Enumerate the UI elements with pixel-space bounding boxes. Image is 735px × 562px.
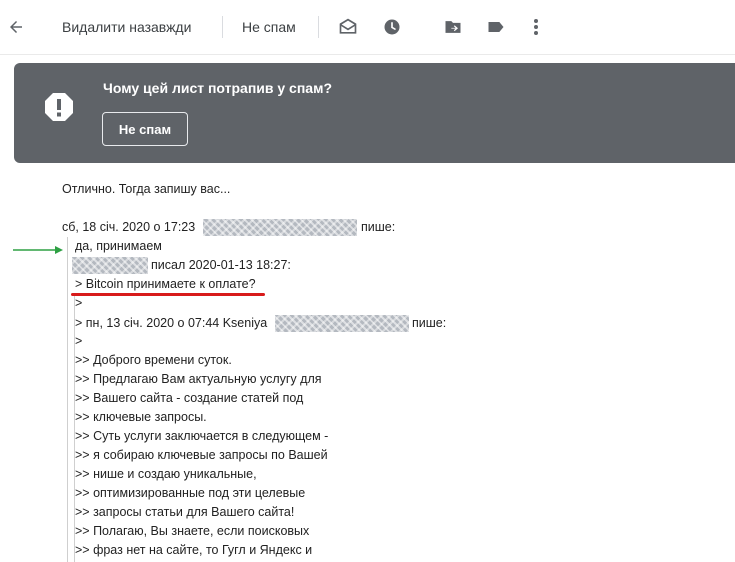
banner-title: Чому цей лист потрапив у спам? bbox=[103, 80, 332, 96]
quote-line: >> запросы статьи для Вашего сайта! bbox=[75, 505, 295, 519]
quote-line: >> Вашего сайта - создание статей под bbox=[75, 391, 304, 405]
email-view: Видалити назавжди Не спам Чому цей лист … bbox=[0, 0, 735, 562]
quote-line: > пн, 13 січ. 2020 о 07:44 Kseniya bbox=[75, 316, 268, 330]
quote-bar bbox=[67, 237, 68, 562]
not-spam-button[interactable]: Не спам bbox=[102, 112, 188, 146]
delete-forever-button[interactable]: Видалити назавжди bbox=[62, 0, 191, 54]
quote-line: > bbox=[75, 334, 83, 348]
quote-line: >> оптимизированные под эти целевые bbox=[75, 486, 306, 500]
more-vert-icon[interactable] bbox=[526, 0, 546, 54]
arrow-back-icon[interactable] bbox=[4, 0, 28, 54]
redacted-email bbox=[275, 315, 409, 332]
redacted-sender bbox=[72, 257, 148, 274]
toolbar-divider bbox=[318, 16, 319, 38]
quote-line: да, принимаем bbox=[75, 239, 162, 253]
quote-line: >> я собираю ключевые запросы по Вашей bbox=[75, 448, 328, 462]
label-icon[interactable] bbox=[485, 0, 507, 54]
toolbar-divider bbox=[222, 16, 223, 38]
message-greeting: Отлично. Тогда запишу вас... bbox=[62, 182, 231, 196]
warning-octagon-icon bbox=[44, 92, 74, 127]
reply-header-date: сб, 18 січ. 2020 о 17:23 bbox=[62, 220, 196, 234]
spam-warning-banner: Чому цей лист потрапив у спам? Не спам bbox=[14, 63, 735, 163]
not-spam-toolbar-button[interactable]: Не спам bbox=[242, 0, 296, 54]
quote-line: писал 2020-01-13 18:27: bbox=[151, 258, 291, 272]
quote-line: >> Полагаю, Вы знаете, если поисковых bbox=[75, 524, 310, 538]
mark-unread-icon[interactable] bbox=[337, 0, 359, 54]
quote-line: > bbox=[75, 296, 83, 310]
move-to-icon[interactable] bbox=[442, 0, 464, 54]
quote-line: >> ключевые запросы. bbox=[75, 410, 207, 424]
green-arrow-annotation bbox=[13, 242, 63, 260]
reply-header-wrote: пише: bbox=[361, 220, 396, 234]
quote-line-bitcoin: > Bitcoin принимаете к оплате? bbox=[75, 277, 256, 291]
quote-line: >> Доброго времени суток. bbox=[75, 353, 232, 367]
quote-line: >> нише и создаю уникальные, bbox=[75, 467, 257, 481]
toolbar: Видалити назавжди Не спам bbox=[0, 0, 735, 55]
redacted-email bbox=[203, 219, 357, 236]
quote-line: >> Предлагаю Вам актуальную услугу для bbox=[75, 372, 322, 386]
red-underline-annotation bbox=[71, 293, 265, 296]
quote-line: >> фраз нет на сайте, то Гугл и Яндекс и bbox=[75, 543, 313, 557]
quote-line: пише: bbox=[412, 316, 447, 330]
quote-line: >> Суть услуги заключается в следующем - bbox=[75, 429, 329, 443]
snooze-clock-icon[interactable] bbox=[381, 0, 403, 54]
